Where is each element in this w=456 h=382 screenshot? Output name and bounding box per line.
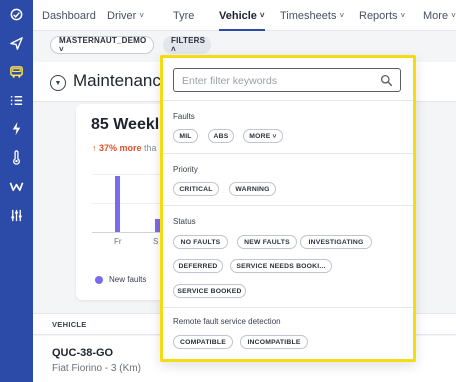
chevron-down-icon: ˅	[339, 11, 345, 20]
nav-timesheets[interactable]: Timesheets ˅	[280, 0, 344, 31]
nav-label: More	[423, 9, 449, 22]
logo-icon[interactable]	[0, 2, 33, 26]
vehicle-plate[interactable]: QUC-38-GO	[52, 347, 113, 359]
navigate-icon[interactable]	[0, 31, 33, 55]
legend-label: New faults	[109, 275, 147, 284]
sliders-icon[interactable]	[0, 203, 33, 227]
chart-xtick: S	[153, 237, 159, 246]
filter-pill-incompatible[interactable]: INCOMPATIBLE	[240, 335, 308, 349]
vehicle-model: Fiat Fiorino - 3 (Km)	[52, 363, 141, 374]
filters-chip-label: FILTERS ˄	[171, 36, 206, 54]
column-header-vehicle[interactable]: VEHICLE	[52, 320, 87, 329]
temperature-icon[interactable]	[0, 145, 33, 169]
filters-toggle-chip[interactable]: FILTERS ˄	[163, 36, 211, 54]
account-chip-label: MASTERNAUT_DEMO ˅	[59, 36, 147, 54]
nav-label: Vehicle	[219, 9, 257, 22]
section-label-priority: Priority	[173, 165, 198, 174]
divider	[163, 307, 413, 308]
filter-pill-warning[interactable]: WARNING	[229, 182, 276, 196]
filter-pill-compatible[interactable]: COMPATIBLE	[173, 335, 233, 349]
filter-pill-new-faults[interactable]: NEW FAULTS	[237, 235, 297, 249]
section-label-faults: Faults	[173, 112, 195, 121]
nav-more[interactable]: More ˅	[423, 0, 456, 31]
section-label-status: Status	[173, 217, 196, 226]
nav-label: Timesheets	[280, 9, 337, 22]
chevron-down-icon: ▼	[54, 79, 62, 87]
divider	[163, 153, 413, 154]
lightning-icon[interactable]	[0, 116, 33, 140]
nav-vehicle[interactable]: Vehicle ˅	[219, 0, 265, 31]
filter-search-input[interactable]	[182, 73, 372, 88]
search-icon[interactable]	[380, 74, 393, 87]
filter-pill-mil[interactable]: MIL	[173, 129, 198, 143]
divider	[163, 205, 413, 206]
nav-label: Tyre	[173, 9, 195, 22]
nav-tyre[interactable]: Tyre	[173, 0, 194, 31]
w-logo-icon[interactable]	[0, 174, 33, 198]
legend-dot	[95, 276, 103, 284]
section-label-remote-detection: Remote fault service detection	[173, 317, 281, 326]
account-select-chip[interactable]: MASTERNAUT_DEMO ˅	[50, 36, 154, 54]
filter-pill-abs[interactable]: ABS	[208, 129, 234, 143]
vehicle-icon[interactable]	[0, 59, 33, 83]
chart-bar	[115, 176, 120, 232]
divider	[163, 100, 413, 101]
trend-up: ↑ 37% more	[92, 143, 142, 153]
nav-label: Driver	[107, 9, 137, 22]
chevron-down-icon: ˅	[400, 11, 406, 20]
chart-gridline	[92, 203, 162, 204]
chart-axis	[92, 232, 162, 233]
filter-pill-deferred[interactable]: DEFERRED	[173, 259, 223, 273]
filter-pill-more[interactable]: MORE ˅	[243, 129, 283, 143]
chevron-down-icon: ˅	[139, 11, 145, 20]
filter-pill-no-faults[interactable]: NO FAULTS	[173, 235, 228, 249]
chevron-down-icon: ˅	[259, 11, 265, 20]
filter-pill-service-needs-booking[interactable]: SERVICE NEEDS BOOKI...	[230, 259, 332, 273]
filter-pill-service-booked[interactable]: SERVICE BOOKED	[173, 284, 246, 298]
nav-reports[interactable]: Reports ˅	[359, 0, 405, 31]
nav-label: Dashboard	[42, 9, 96, 22]
page-title: Maintenance	[73, 71, 171, 90]
filter-pill-critical[interactable]: CRITICAL	[173, 182, 219, 196]
nav-driver[interactable]: Driver ˅	[107, 0, 144, 31]
filters-dropdown: Faults MIL ABS MORE ˅ Priority CRITICAL …	[160, 55, 416, 362]
chart-gridline	[92, 174, 162, 175]
nav-label: Reports	[359, 9, 398, 22]
chevron-down-icon: ˅	[451, 11, 456, 20]
filter-search-box	[173, 68, 401, 92]
trend-text: ↑ 37% more tha	[92, 143, 157, 153]
filter-pill-investigating[interactable]: INVESTIGATING	[300, 235, 372, 249]
weekly-count: 85 Weekl	[91, 116, 160, 133]
nav-dashboard[interactable]: Dashboard	[42, 0, 96, 31]
collapse-button[interactable]: ▼	[50, 75, 66, 91]
chart-xtick: Fr	[114, 237, 122, 246]
list-icon[interactable]	[0, 88, 33, 112]
trend-rest: tha	[141, 143, 157, 153]
left-rail	[0, 0, 33, 382]
